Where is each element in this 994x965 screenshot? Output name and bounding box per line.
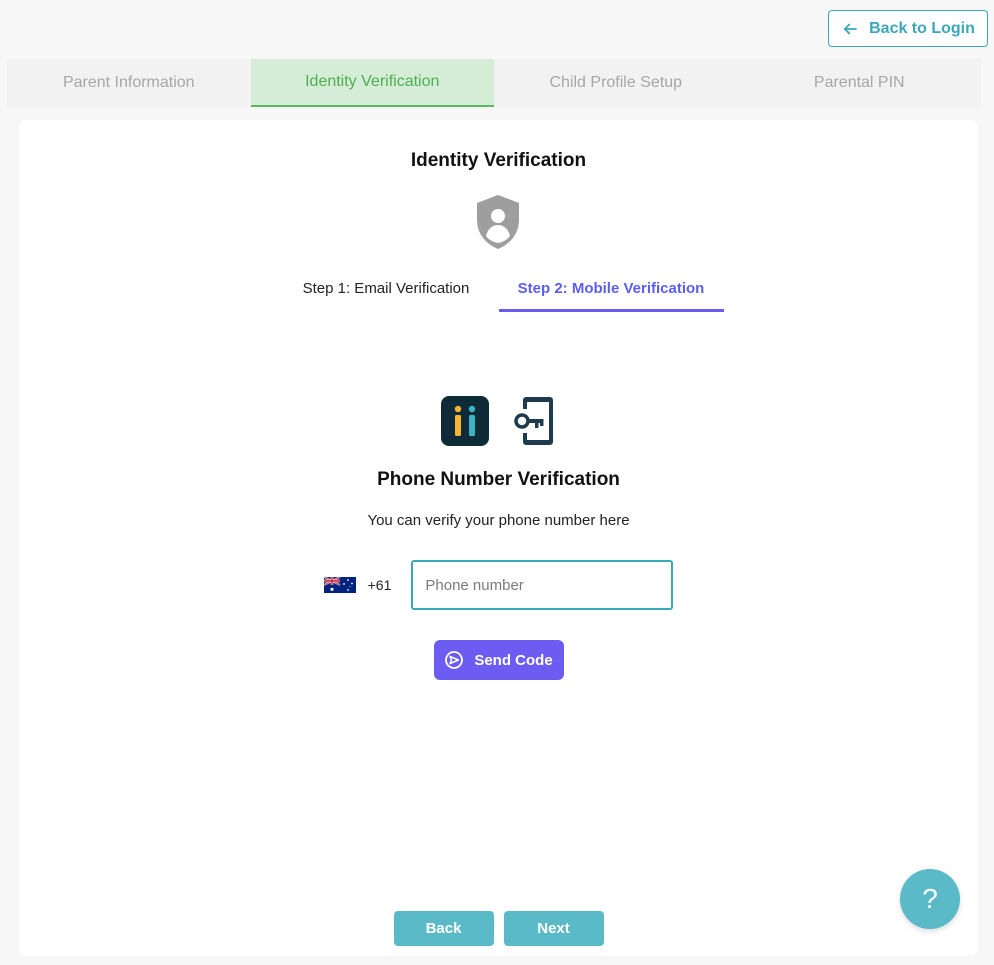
back-button[interactable]: Back [393,911,494,946]
tab-label: Step 1: Email Verification [302,280,470,297]
next-button[interactable]: Next [503,911,604,946]
phone-verification-description: You can verify your phone number here [367,512,630,529]
app-logo-icon [440,396,489,446]
help-button[interactable]: ? [900,869,960,929]
step-label: Parent Information [62,74,195,91]
progress-stepper: Parent Information Identity Verification… [7,59,981,107]
help-icon: ? [922,883,938,914]
step-parental-pin[interactable]: Parental PIN [738,59,982,107]
wizard-navigation: Back Next [19,911,978,946]
verification-card: Identity Verification Step 1: Email Veri… [19,120,978,956]
icon-row [19,395,978,447]
send-code-label: Send Code [474,651,553,669]
send-code-wrapper: Send Code [19,640,978,680]
verification-subtabs: Step 1: Email Verification Step 2: Mobil… [19,268,978,312]
country-code-selector[interactable]: +61 [323,577,392,593]
phone-input-row: +61 [19,560,978,610]
step-label: Child Profile Setup [549,74,682,91]
arrow-left-icon [843,23,858,34]
step-child-profile-setup[interactable]: Child Profile Setup [494,59,738,107]
tab-mobile-verification[interactable]: Step 2: Mobile Verification [498,268,724,312]
shield-user-icon [477,195,519,249]
step-label: Parental PIN [813,74,905,91]
dial-code: +61 [367,577,392,593]
step-identity-verification[interactable]: Identity Verification [250,59,494,107]
phone-key-icon [513,397,553,445]
back-to-login-button[interactable]: Back to Login [828,10,988,47]
step-parent-information[interactable]: Parent Information [7,59,251,107]
tab-email-verification[interactable]: Step 1: Email Verification [274,268,499,312]
phone-verification-title: Phone Number Verification [377,469,620,490]
australia-flag-icon [323,577,356,593]
send-icon [445,651,464,669]
back-to-login-label: Back to Login [869,19,975,37]
step-label: Identity Verification [305,73,440,90]
page-title: Identity Verification [410,150,587,171]
tab-label: Step 2: Mobile Verification [517,280,705,297]
send-code-button[interactable]: Send Code [433,640,564,680]
phone-number-input[interactable] [411,560,674,610]
